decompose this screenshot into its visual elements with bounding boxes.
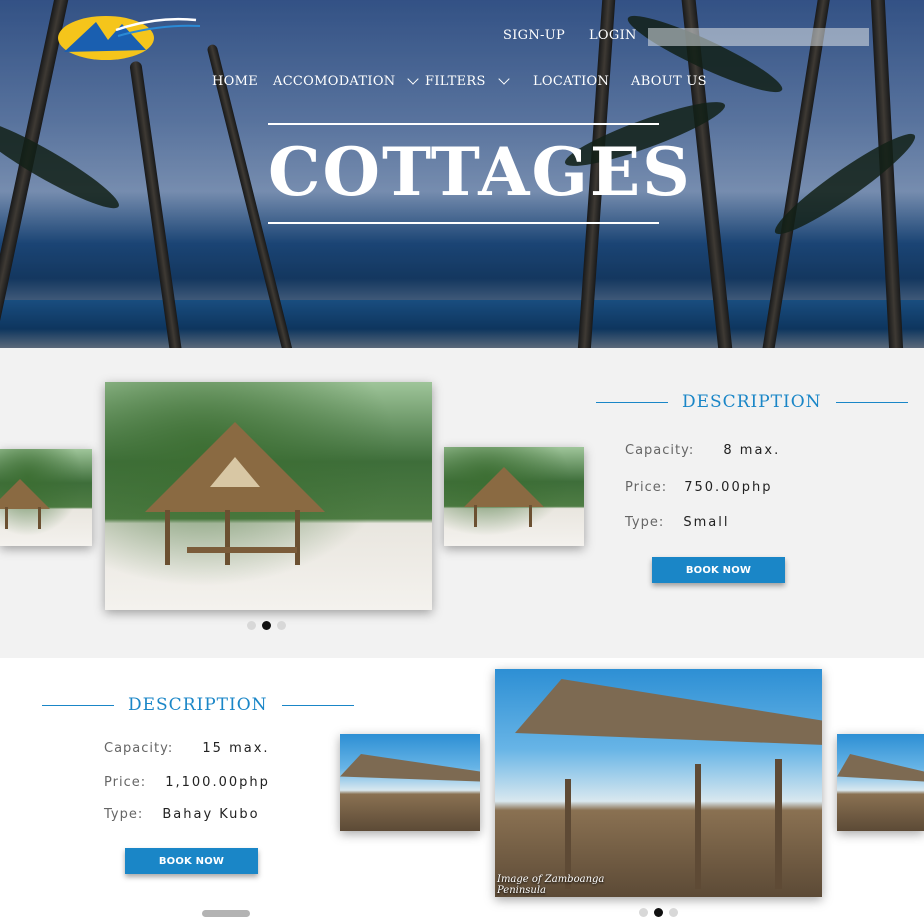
carousel-dot[interactable] [277,621,286,630]
nav-accomodation[interactable]: ACCOMODATION [273,73,420,89]
nav-filters-label: FILTERS [425,74,486,89]
hut-table [187,547,297,553]
heading-rule [281,704,354,706]
chevron-down-icon [498,73,510,85]
price-label: Price: [625,480,668,495]
search-input[interactable] [648,28,869,46]
carousel-dot[interactable] [247,621,256,630]
capacity-row: Capacity: 8 max. [625,443,780,458]
carousel-dots [247,621,286,630]
type-value: Small [683,515,730,530]
hut-post [225,510,230,565]
scroll-indicator[interactable] [202,910,250,917]
nav-location-label: LOCATION [533,74,610,89]
type-value: Bahay Kubo [162,807,260,822]
signup-link[interactable]: SIGN-UP [503,28,565,43]
hut-post [5,507,8,529]
page-title: COTTAGES [268,133,692,211]
carousel-prev-image[interactable] [340,734,480,831]
heading-rule [42,704,114,706]
description-title: DESCRIPTION [682,392,822,412]
cottage-section-small: DESCRIPTION Capacity: 8 max. Price: 750.… [0,348,924,658]
chevron-down-icon [407,73,420,85]
capacity-label: Capacity: [625,443,695,458]
capacity-value: 15 max. [202,741,270,756]
book-now-button[interactable]: BOOK NOW [652,557,785,583]
capacity-value: 8 max. [723,443,781,458]
nav-filters[interactable]: FILTERS [425,73,510,89]
carousel-main-image[interactable] [105,382,432,610]
type-row: Type: Bahay Kubo [104,807,260,822]
carousel-prev-image[interactable] [0,449,92,546]
capacity-label: Capacity: [104,741,174,756]
heading-rule [596,401,668,403]
capacity-row: Capacity: 15 max. [104,741,270,756]
price-row: Price: 750.00php [625,480,772,495]
nav-home-label: HOME [212,74,258,89]
type-row: Type: Small [625,515,730,530]
hut-roof [464,467,544,507]
price-label: Price: [104,775,147,790]
hut-post [165,510,170,565]
hut-post [474,505,477,527]
hut-roof [0,479,50,509]
nav-accomodation-label: ACCOMODATION [273,74,396,89]
nav-about[interactable]: ABOUT US [631,74,707,89]
title-rule-bottom [268,222,659,224]
book-now-button[interactable]: BOOK NOW [125,848,258,874]
hut-post [38,507,41,529]
hut-post [295,510,300,565]
type-label: Type: [625,515,665,530]
carousel-dot-active[interactable] [262,621,271,630]
carousel-next-image[interactable] [837,734,924,831]
price-value: 1,100.00php [165,775,270,790]
price-value: 750.00php [684,480,773,495]
nav-about-label: ABOUT US [631,74,707,89]
title-rule-top [268,123,659,125]
kubo-post [775,759,782,889]
heading-rule [835,401,908,403]
login-link[interactable]: LOGIN [589,28,637,43]
kubo-post [565,779,571,889]
carousel-dot[interactable] [639,908,648,917]
image-watermark: Image of Zamboanga Peninsula [497,874,605,896]
account-nav: SIGN-UP LOGIN [503,28,637,43]
kubo-roof [340,754,480,782]
carousel-main-image[interactable]: Image of Zamboanga Peninsula [495,669,822,897]
carousel-dot[interactable] [669,908,678,917]
carousel-dots [639,908,678,917]
hut-post [529,505,532,527]
description-title: DESCRIPTION [128,695,268,715]
kubo-roof [837,754,924,782]
nav-home[interactable]: HOME [212,74,258,89]
main-nav: HOME ACCOMODATION FILTERS LOCATION ABOUT… [0,73,924,94]
nav-location[interactable]: LOCATION [533,74,609,89]
type-label: Type: [104,807,144,822]
price-row: Price: 1,100.00php [104,775,270,790]
carousel-next-image[interactable] [444,447,584,546]
carousel-dot-active[interactable] [654,908,663,917]
hero-banner: SIGN-UP LOGIN HOME ACCOMODATION FILTERS … [0,0,924,348]
description-heading: DESCRIPTION [42,695,354,715]
kubo-post [695,764,701,889]
site-logo[interactable] [56,10,202,62]
cottage-section-kubo: DESCRIPTION Capacity: 15 max. Price: 1,1… [0,658,924,917]
description-heading: DESCRIPTION [596,392,908,412]
